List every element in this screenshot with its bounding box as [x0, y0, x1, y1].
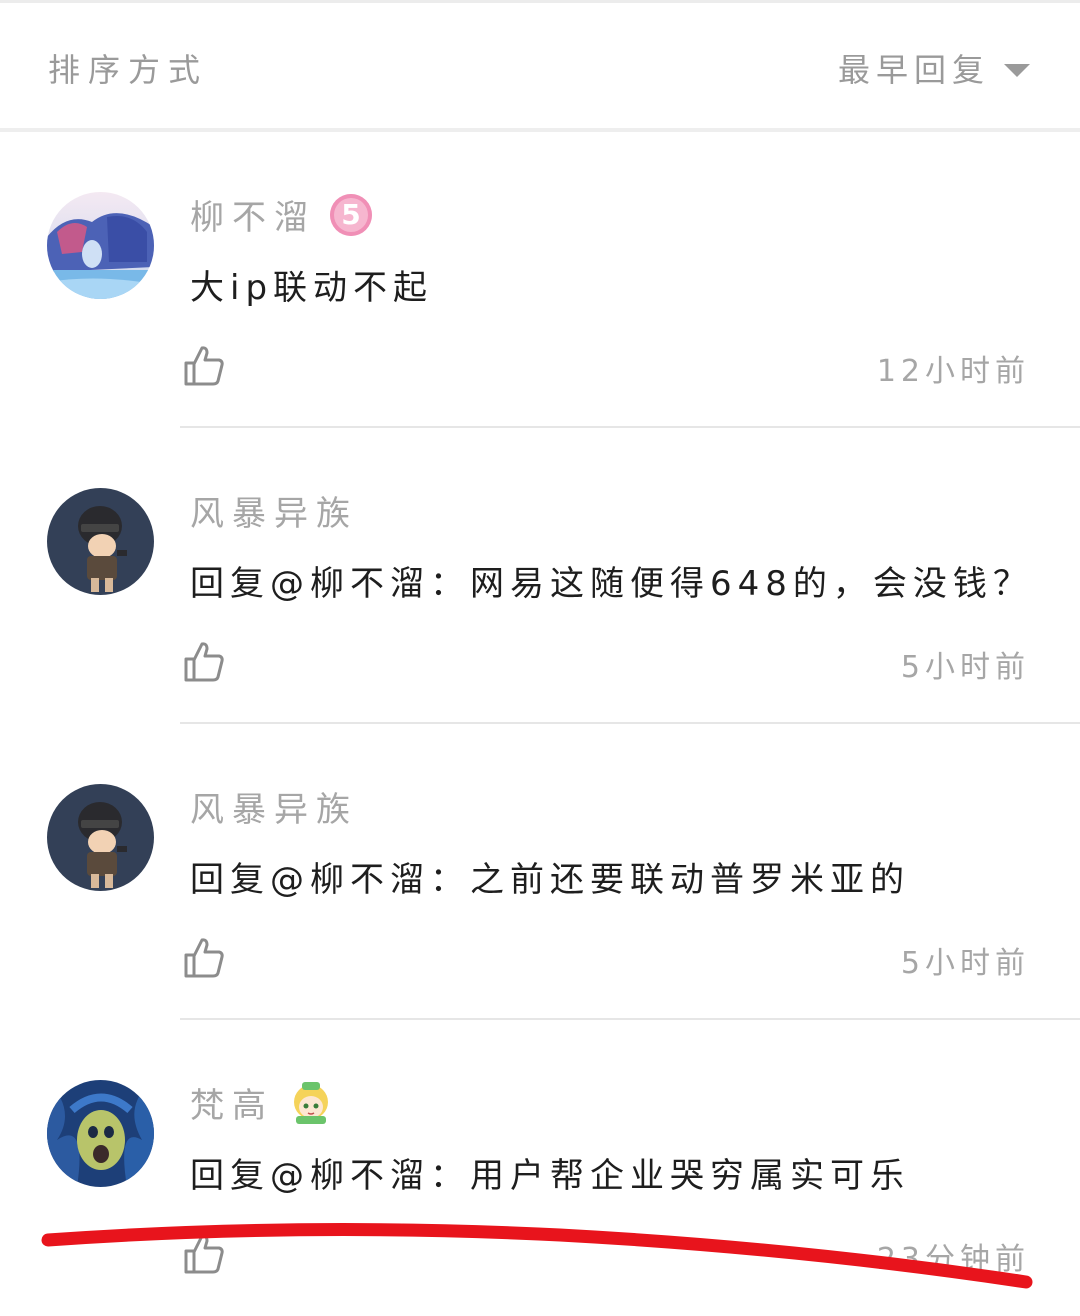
- thumbs-up-icon[interactable]: [182, 1232, 226, 1276]
- comment-item: 梵高 回复@柳不溜：用户帮企业哭穷属实可乐 23分钟前: [0, 1020, 1080, 1316]
- username[interactable]: 梵高: [190, 1078, 274, 1127]
- comment-time: 23分钟前: [876, 1242, 1030, 1277]
- soldier-avatar-icon: [47, 784, 154, 891]
- comment-item: 柳不溜 5 大ip联动不起 12小时前: [0, 132, 1080, 428]
- comment-text: 回复@柳不溜：网易这随便得648的，会没钱？: [190, 564, 1033, 604]
- sort-selected-value: 最早回复: [837, 51, 990, 89]
- sort-bar: 排序方式 最早回复: [0, 3, 1080, 129]
- dropdown-arrow-icon: [1004, 63, 1030, 77]
- comment-text: 回复@柳不溜：之前还要联动普罗米亚的: [190, 860, 910, 900]
- avatar[interactable]: [47, 488, 154, 595]
- comment-item: 风暴异族 回复@柳不溜：网易这随便得648的，会没钱？ 5小时前: [0, 428, 1080, 724]
- comment-text: 回复@柳不溜：用户帮企业哭穷属实可乐: [190, 1156, 910, 1196]
- comment-time: 12小时前: [876, 354, 1030, 389]
- comment-text: 大ip联动不起: [190, 268, 434, 308]
- comment-time: 5小时前: [900, 946, 1030, 981]
- landscape-avatar-icon: [47, 192, 154, 299]
- username[interactable]: 风暴异族: [190, 782, 358, 831]
- thumbs-up-icon[interactable]: [182, 640, 226, 684]
- avatar[interactable]: [47, 784, 154, 891]
- avatar[interactable]: [47, 1080, 154, 1187]
- soldier-avatar-icon: [47, 488, 154, 595]
- painting-avatar-icon: [47, 1080, 154, 1187]
- username[interactable]: 柳不溜: [190, 190, 316, 239]
- comment-item: 风暴异族 回复@柳不溜：之前还要联动普罗米亚的 5小时前: [0, 724, 1080, 1020]
- thumbs-up-icon[interactable]: [182, 344, 226, 388]
- cartoon-girl-icon: [294, 1081, 328, 1124]
- comment-time: 5小时前: [900, 650, 1030, 685]
- sort-label: 排序方式: [48, 51, 209, 89]
- thumbs-up-icon[interactable]: [182, 936, 226, 980]
- level-badge: 5: [330, 193, 372, 236]
- username[interactable]: 风暴异族: [190, 486, 358, 535]
- avatar[interactable]: [47, 192, 154, 299]
- sort-dropdown[interactable]: 最早回复: [838, 45, 1030, 91]
